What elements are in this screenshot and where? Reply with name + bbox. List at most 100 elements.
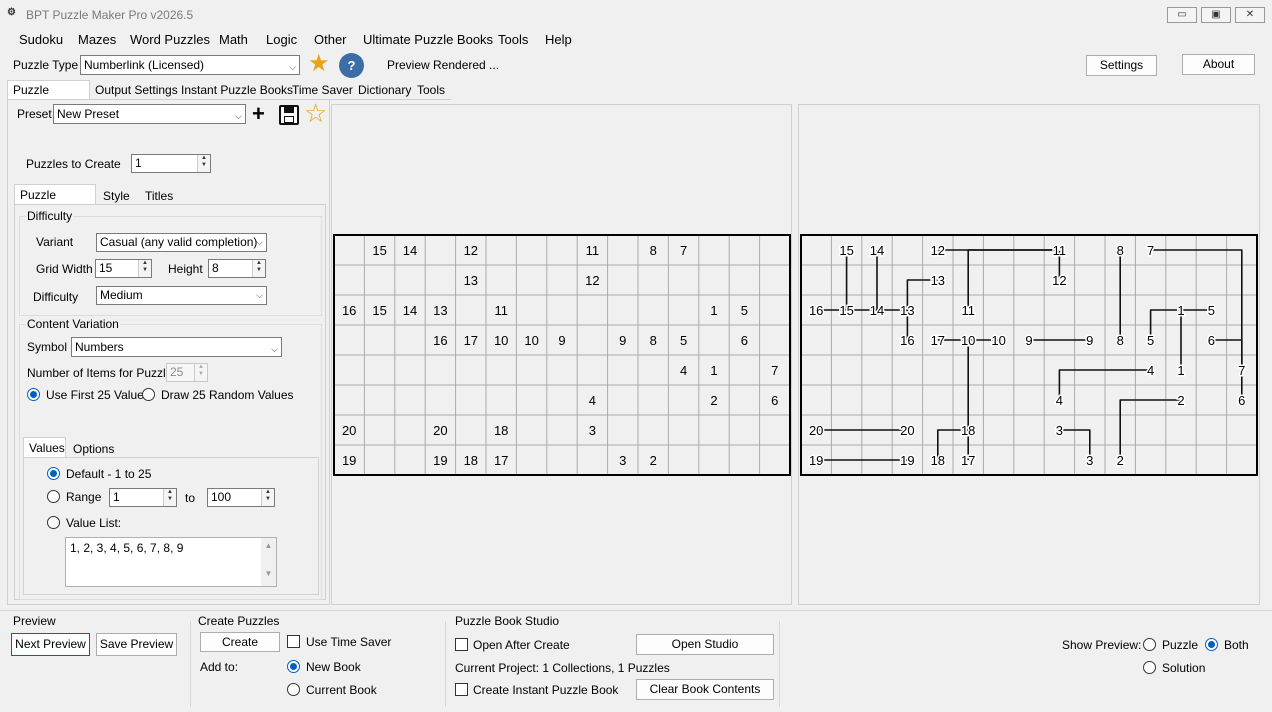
subtab-puzzle-settings[interactable]: Puzzle Settings	[14, 184, 96, 216]
save-icon-label	[284, 116, 294, 123]
options-tab[interactable]: Options	[73, 442, 114, 456]
puzzles-to-create-input[interactable]: 1 ▲ ▼	[131, 154, 211, 173]
range-to-input[interactable]: 100 ▲ ▼	[207, 488, 275, 507]
tab-puzzle-settings[interactable]: Puzzle Settings	[7, 80, 90, 111]
solution-cell-number: 18	[961, 423, 975, 438]
use-first-radio[interactable]	[27, 388, 40, 401]
solution-cell-number: 3	[1086, 453, 1093, 468]
puzzle-type-select[interactable]: Numberlink (Licensed) ⌵	[80, 55, 300, 75]
new-book-label[interactable]: New Book	[306, 660, 361, 674]
create-instant-book-label[interactable]: Create Instant Puzzle Book	[473, 683, 618, 697]
spinner-arrows-icon[interactable]: ▲ ▼	[138, 260, 151, 277]
clear-book-contents-button[interactable]: Clear Book Contents	[636, 679, 774, 700]
tab-output-settings[interactable]: Output Settings	[95, 82, 178, 100]
maximize-button[interactable]: ▣	[1201, 7, 1231, 23]
settings-button[interactable]: Settings	[1086, 55, 1157, 76]
menu-word-puzzles[interactable]: Word Puzzles	[130, 32, 210, 47]
textarea-scrollbar[interactable]: ▲ ▼	[261, 538, 276, 586]
spinner-arrows-icon[interactable]: ▲ ▼	[261, 489, 274, 506]
tab-dictionary[interactable]: Dictionary	[358, 82, 411, 100]
use-first-label[interactable]: Use First 25 Values	[46, 388, 150, 402]
spinner-arrows-icon[interactable]: ▲ ▼	[163, 489, 176, 506]
default-radio[interactable]	[47, 467, 60, 480]
open-studio-button[interactable]: Open Studio	[636, 634, 774, 655]
menu-other[interactable]: Other	[314, 32, 347, 47]
solution-cell-number: 5	[1147, 333, 1154, 348]
subtab-style[interactable]: Style	[103, 189, 130, 203]
symbol-select[interactable]: Numbers ⌵	[71, 337, 282, 357]
show-solution-label[interactable]: Solution	[1162, 661, 1205, 675]
puzzle-cell-number: 17	[494, 453, 508, 468]
default-label[interactable]: Default - 1 to 25	[66, 467, 151, 481]
puzzle-cell-number: 15	[372, 303, 386, 318]
tab-tools[interactable]: Tools	[417, 82, 445, 100]
close-button[interactable]: ✕	[1235, 7, 1265, 23]
show-both-radio[interactable]	[1205, 638, 1218, 651]
create-button[interactable]: Create	[200, 632, 280, 652]
bottom-divider	[0, 610, 1272, 611]
range-from-input[interactable]: 1 ▲ ▼	[109, 488, 177, 507]
use-time-saver-checkbox[interactable]	[287, 635, 300, 648]
grid-width-input[interactable]: 15 ▲ ▼	[95, 259, 152, 278]
spinner-arrows-icon[interactable]: ▲ ▼	[197, 155, 210, 172]
show-both-label[interactable]: Both	[1224, 638, 1249, 652]
show-puzzle-label[interactable]: Puzzle	[1162, 638, 1198, 652]
save-preview-button[interactable]: Save Preview	[96, 633, 177, 656]
current-book-radio[interactable]	[287, 683, 300, 696]
open-after-create-label[interactable]: Open After Create	[473, 638, 570, 652]
minimize-button[interactable]: ▭	[1167, 7, 1197, 23]
puzzle-cell-number: 7	[771, 363, 778, 378]
use-time-saver-label[interactable]: Use Time Saver	[306, 635, 391, 649]
menu-ultimate-puzzle-books[interactable]: Ultimate Puzzle Books	[363, 32, 493, 47]
solution-cell-number: 12	[1052, 273, 1066, 288]
solution-path-line	[1119, 399, 1181, 460]
range-to-label: to	[185, 491, 196, 505]
spinner-arrows-icon[interactable]: ▲ ▼	[252, 260, 265, 277]
puzzles-to-create-label: Puzzles to Create	[26, 157, 121, 171]
variant-select[interactable]: Casual (any valid completion) ⌵	[96, 233, 267, 252]
show-solution-radio[interactable]	[1143, 661, 1156, 674]
items-input[interactable]: 25 ▲ ▼	[166, 363, 208, 382]
preset-select[interactable]: New Preset ⌵	[53, 104, 246, 124]
favorite-preset-icon[interactable]: ☆	[304, 100, 327, 126]
open-after-create-checkbox[interactable]	[455, 638, 468, 651]
range-label[interactable]: Range	[66, 490, 101, 504]
draw-random-label[interactable]: Draw 25 Random Values	[161, 388, 294, 402]
save-icon-slot	[284, 107, 294, 113]
save-preset-icon[interactable]	[279, 105, 299, 125]
about-button[interactable]: About	[1182, 54, 1255, 75]
menu-sudoku[interactable]: Sudoku	[19, 32, 63, 47]
value-list-radio[interactable]	[47, 516, 60, 529]
menu-mazes[interactable]: Mazes	[78, 32, 116, 47]
range-radio[interactable]	[47, 490, 60, 503]
solution-cell-number: 10	[991, 333, 1005, 348]
menu-logic[interactable]: Logic	[266, 32, 297, 47]
show-puzzle-radio[interactable]	[1143, 638, 1156, 651]
value-list-textarea[interactable]: 1, 2, 3, 4, 5, 6, 7, 8, 9 ▲ ▼	[65, 537, 277, 587]
menu-math[interactable]: Math	[219, 32, 248, 47]
difficulty-value: Medium	[100, 288, 143, 302]
current-book-label[interactable]: Current Book	[306, 683, 377, 697]
next-preview-button[interactable]: Next Preview	[11, 633, 90, 656]
puzzle-type-label: Puzzle Type	[13, 58, 79, 72]
draw-random-radio[interactable]	[142, 388, 155, 401]
solution-cell-number: 16	[809, 303, 823, 318]
puzzle-cell-number: 17	[464, 333, 478, 348]
menu-tools[interactable]: Tools	[498, 32, 528, 47]
solution-cell-number: 10	[961, 333, 975, 348]
puzzle-cell-number: 4	[680, 363, 687, 378]
favorite-star-icon[interactable]: ★	[308, 52, 330, 76]
puzzle-cell-number: 1	[710, 303, 717, 318]
height-input[interactable]: 8 ▲ ▼	[208, 259, 266, 278]
tab-instant-puzzle-books[interactable]: Instant Puzzle Books	[181, 82, 293, 100]
preset-value: New Preset	[57, 107, 120, 121]
subtab-titles[interactable]: Titles	[145, 189, 173, 203]
values-tab[interactable]: Values	[23, 437, 66, 458]
help-icon[interactable]: ?	[339, 53, 364, 78]
value-list-label[interactable]: Value List:	[66, 516, 121, 530]
difficulty-select[interactable]: Medium ⌵	[96, 286, 267, 305]
menu-help[interactable]: Help	[545, 32, 572, 47]
create-instant-book-checkbox[interactable]	[455, 683, 468, 696]
add-preset-icon[interactable]: +	[252, 103, 265, 125]
new-book-radio[interactable]	[287, 660, 300, 673]
